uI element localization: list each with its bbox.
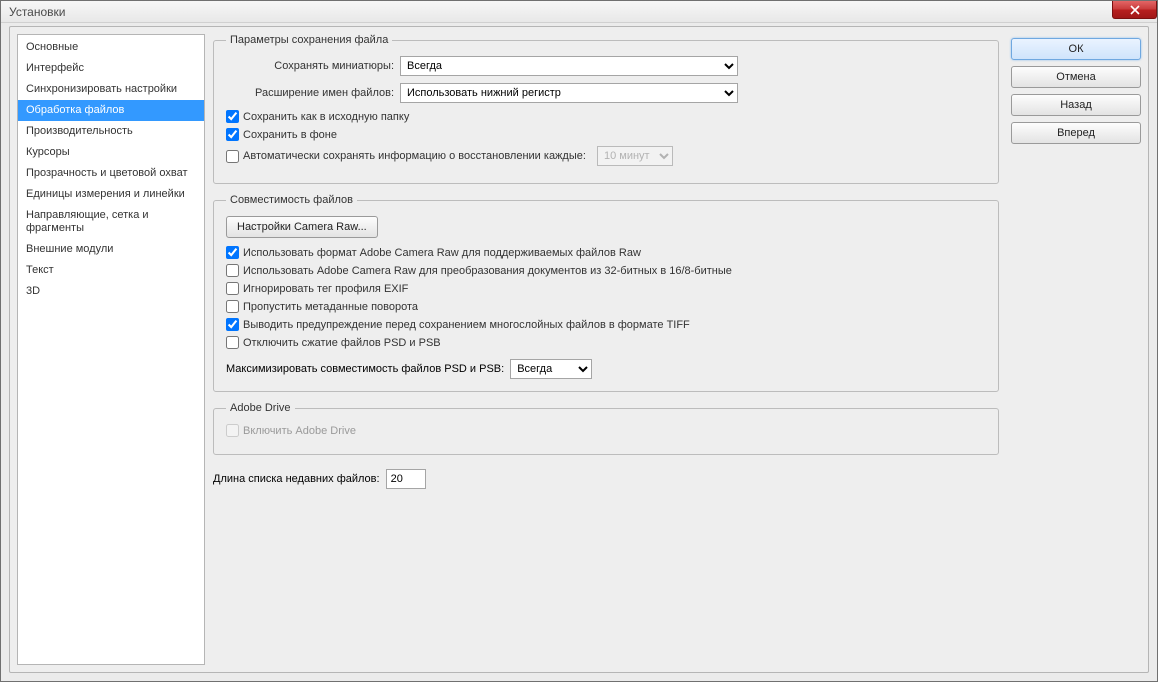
auto-save-label: Автоматически сохранять информацию о вос… — [243, 150, 586, 162]
maximize-select[interactable]: Всегда — [510, 359, 592, 379]
tiff-warn-label: Выводить предупреждение перед сохранение… — [243, 319, 690, 331]
save-original-checkbox[interactable] — [226, 110, 239, 123]
ext-select[interactable]: Использовать нижний регистр — [400, 83, 738, 103]
sidebar-item-3d[interactable]: 3D — [18, 281, 204, 302]
file-save-group: Параметры сохранения файла Сохранять мин… — [213, 34, 999, 184]
use-acr-32-label: Использовать Adobe Camera Raw для преобр… — [243, 265, 732, 277]
file-save-legend: Параметры сохранения файла — [226, 34, 392, 46]
sidebar-item-general[interactable]: Основные — [18, 37, 204, 58]
sidebar-item-plugins[interactable]: Внешние модули — [18, 239, 204, 260]
titlebar: Установки — [1, 1, 1157, 23]
sidebar-item-file-handling[interactable]: Обработка файлов — [18, 100, 204, 121]
ignore-exif-checkbox[interactable] — [226, 282, 239, 295]
sidebar-item-units[interactable]: Единицы измерения и линейки — [18, 184, 204, 205]
sidebar-item-text[interactable]: Текст — [18, 260, 204, 281]
recent-label: Длина списка недавних файлов: — [213, 473, 380, 485]
use-acr-32-checkbox[interactable] — [226, 264, 239, 277]
thumbs-select[interactable]: Всегда — [400, 56, 738, 76]
use-acr-raw-label: Использовать формат Adobe Camera Raw для… — [243, 247, 641, 259]
compat-legend: Совместимость файлов — [226, 194, 357, 206]
disable-psd-checkbox[interactable] — [226, 336, 239, 349]
drive-group: Adobe Drive Включить Adobe Drive — [213, 402, 999, 455]
sidebar-item-guides[interactable]: Направляющие, сетка и фрагменты — [18, 205, 204, 239]
sidebar-item-performance[interactable]: Производительность — [18, 121, 204, 142]
maximize-label: Максимизировать совместимость файлов PSD… — [226, 363, 504, 375]
preferences-window: Установки Основные Интерфейс Синхронизир… — [0, 0, 1158, 682]
camera-raw-settings-button[interactable]: Настройки Camera Raw... — [226, 216, 378, 238]
sidebar-item-sync[interactable]: Синхронизировать настройки — [18, 79, 204, 100]
save-original-label: Сохранить как в исходную папку — [243, 111, 409, 123]
cancel-button[interactable]: Отмена — [1011, 66, 1141, 88]
enable-drive-checkbox — [226, 424, 239, 437]
skip-rot-checkbox[interactable] — [226, 300, 239, 313]
ignore-exif-label: Игнорировать тег профиля EXIF — [243, 283, 408, 295]
disable-psd-label: Отключить сжатие файлов PSD и PSB — [243, 337, 441, 349]
sidebar-item-interface[interactable]: Интерфейс — [18, 58, 204, 79]
auto-save-interval-select[interactable]: 10 минут — [597, 146, 673, 166]
recent-count-input[interactable] — [386, 469, 426, 489]
window-title: Установки — [9, 5, 65, 19]
category-sidebar: Основные Интерфейс Синхронизировать наст… — [17, 34, 205, 665]
use-acr-raw-checkbox[interactable] — [226, 246, 239, 259]
close-button[interactable] — [1112, 1, 1157, 19]
ext-label: Расширение имен файлов: — [226, 87, 394, 99]
save-background-checkbox[interactable] — [226, 128, 239, 141]
compat-group: Совместимость файлов Настройки Camera Ra… — [213, 194, 999, 392]
drive-legend: Adobe Drive — [226, 402, 295, 414]
forward-button[interactable]: Вперед — [1011, 122, 1141, 144]
thumbs-label: Сохранять миниатюры: — [226, 60, 394, 72]
sidebar-item-cursors[interactable]: Курсоры — [18, 142, 204, 163]
dialog-buttons: ОК Отмена Назад Вперед — [1011, 34, 1141, 665]
back-button[interactable]: Назад — [1011, 94, 1141, 116]
dialog-body: Основные Интерфейс Синхронизировать наст… — [9, 26, 1149, 673]
ok-button[interactable]: ОК — [1011, 38, 1141, 60]
auto-save-checkbox[interactable] — [226, 150, 239, 163]
skip-rot-label: Пропустить метаданные поворота — [243, 301, 418, 313]
enable-drive-label: Включить Adobe Drive — [243, 425, 356, 437]
main-panel: Параметры сохранения файла Сохранять мин… — [213, 34, 1003, 665]
tiff-warn-checkbox[interactable] — [226, 318, 239, 331]
sidebar-item-transparency[interactable]: Прозрачность и цветовой охват — [18, 163, 204, 184]
save-background-label: Сохранить в фоне — [243, 129, 337, 141]
close-icon — [1130, 5, 1140, 15]
